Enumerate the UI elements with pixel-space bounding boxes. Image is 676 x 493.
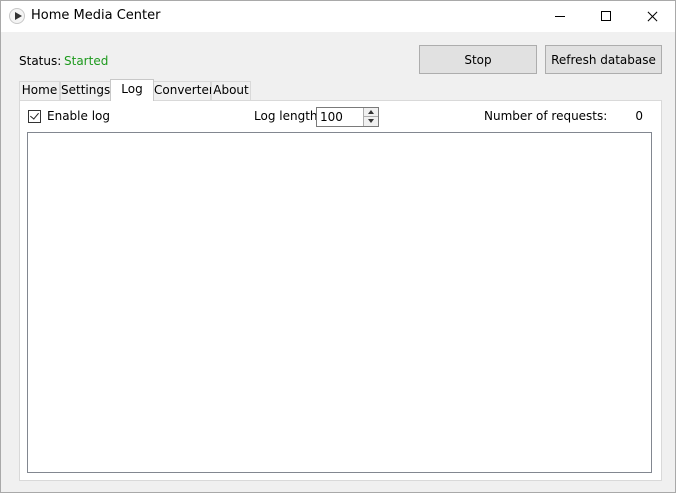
requests-label: Number of requests:	[484, 109, 608, 123]
log-text	[28, 133, 651, 137]
log-tab-panel: Enable log Log length: 100 Number of req…	[19, 100, 662, 481]
spin-down-icon[interactable]	[363, 117, 378, 126]
close-icon[interactable]	[629, 1, 675, 32]
enable-log-label[interactable]: Enable log	[47, 109, 110, 123]
log-length-value[interactable]: 100	[320, 110, 343, 124]
status-label: Status:	[19, 54, 62, 68]
enable-log-checkbox[interactable]	[28, 110, 41, 123]
maximize-icon[interactable]	[583, 1, 629, 32]
log-length-label: Log length:	[254, 109, 322, 123]
minimize-icon[interactable]	[537, 1, 583, 32]
tab-converter[interactable]: Converter	[153, 81, 214, 100]
window-title: Home Media Center	[31, 8, 161, 23]
stop-button[interactable]: Stop	[419, 45, 537, 74]
tab-about[interactable]: About	[211, 81, 251, 100]
requests-count: 0	[635, 109, 643, 123]
title-bar[interactable]: Home Media Center	[1, 1, 675, 32]
tab-log[interactable]: Log	[110, 79, 154, 101]
play-icon	[9, 8, 25, 24]
status-value: Started	[64, 54, 109, 68]
spin-up-icon[interactable]	[363, 108, 378, 117]
main-window: Home Media Center Status: Started Stop R…	[0, 0, 676, 493]
log-length-stepper[interactable]: 100	[316, 107, 379, 127]
refresh-database-button[interactable]: Refresh database	[545, 45, 662, 74]
log-output-area[interactable]	[27, 132, 652, 473]
tab-settings[interactable]: Settings	[60, 81, 111, 100]
tab-home[interactable]: Home	[19, 81, 60, 100]
